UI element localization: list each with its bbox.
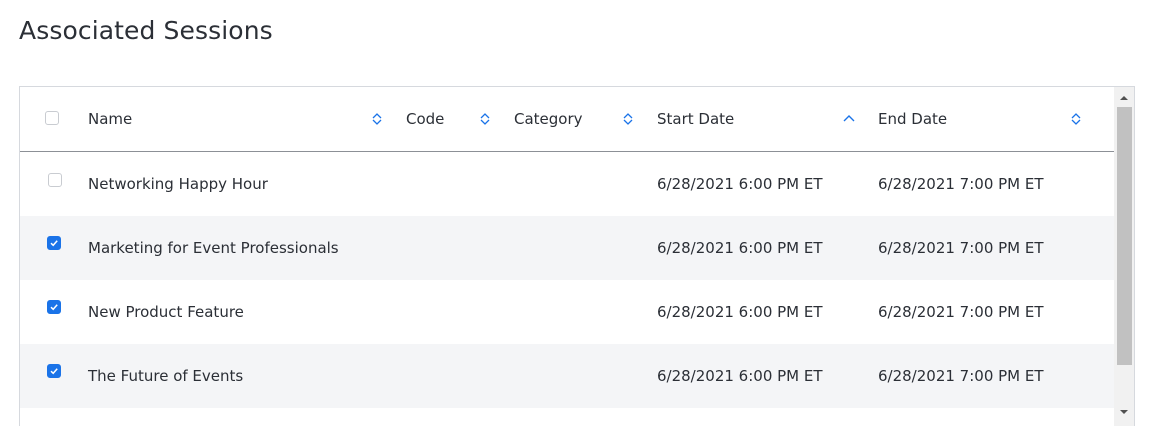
session-name: The Future of Events — [88, 367, 244, 385]
select-all-checkbox[interactable] — [45, 111, 59, 125]
table-row[interactable]: The Future of Events 6/28/2021 6:00 PM E… — [20, 344, 1114, 408]
scrollbar-thumb[interactable] — [1117, 107, 1132, 365]
table-row[interactable]: Networking Happy Hour 6/28/2021 6:00 PM … — [20, 152, 1114, 216]
sort-icon[interactable] — [370, 111, 384, 127]
session-name: New Product Feature — [88, 303, 244, 321]
session-start-date: 6/28/2021 6:00 PM ET — [657, 367, 823, 385]
column-header-category[interactable]: Category — [514, 87, 583, 151]
page-title: Associated Sessions — [19, 16, 273, 45]
table-header: Name Code Category Start Date End Date — [20, 87, 1114, 152]
sort-icon[interactable] — [1069, 111, 1083, 127]
scroll-up-arrow-icon[interactable] — [1114, 91, 1134, 105]
column-header-start-date[interactable]: Start Date — [657, 87, 734, 151]
column-header-end-date[interactable]: End Date — [878, 87, 947, 151]
sort-ascending-icon[interactable] — [842, 111, 856, 127]
checkmark-icon — [50, 368, 58, 375]
session-name: Networking Happy Hour — [88, 175, 268, 193]
table-row[interactable]: Marketing for Event Professionals 6/28/2… — [20, 216, 1114, 280]
session-end-date: 6/28/2021 7:00 PM ET — [878, 239, 1044, 257]
row-checkbox[interactable] — [47, 236, 61, 250]
sessions-table: Name Code Category Start Date End Date N… — [19, 86, 1135, 426]
table-row[interactable]: New Product Feature 6/28/2021 6:00 PM ET… — [20, 280, 1114, 344]
checkmark-icon — [50, 240, 58, 247]
row-checkbox[interactable] — [48, 173, 62, 187]
session-name: Marketing for Event Professionals — [88, 239, 339, 257]
session-end-date: 6/28/2021 7:00 PM ET — [878, 367, 1044, 385]
column-header-name[interactable]: Name — [88, 87, 132, 151]
session-start-date: 6/28/2021 6:00 PM ET — [657, 303, 823, 321]
session-start-date: 6/28/2021 6:00 PM ET — [657, 175, 823, 193]
checkmark-icon — [50, 304, 58, 311]
session-end-date: 6/28/2021 7:00 PM ET — [878, 303, 1044, 321]
row-checkbox[interactable] — [47, 300, 61, 314]
session-end-date: 6/28/2021 7:00 PM ET — [878, 175, 1044, 193]
vertical-scrollbar[interactable] — [1114, 87, 1134, 426]
session-start-date: 6/28/2021 6:00 PM ET — [657, 239, 823, 257]
scroll-down-arrow-icon[interactable] — [1114, 405, 1134, 419]
sort-icon[interactable] — [478, 111, 492, 127]
row-checkbox[interactable] — [47, 364, 61, 378]
sort-icon[interactable] — [621, 111, 635, 127]
column-header-code[interactable]: Code — [406, 87, 444, 151]
